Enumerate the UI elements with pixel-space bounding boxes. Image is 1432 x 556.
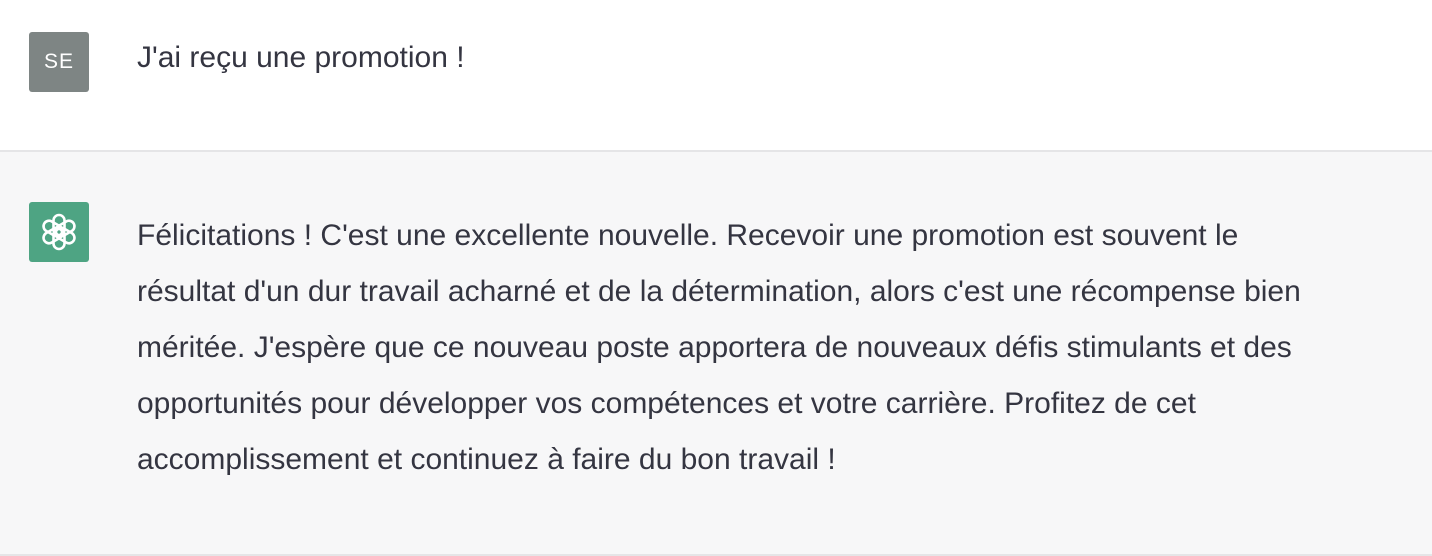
user-message: SE J'ai reçu une promotion !: [0, 0, 1432, 152]
openai-logo-icon: [42, 213, 76, 251]
user-avatar-initials: SE: [43, 50, 74, 73]
assistant-message-text: Félicitations ! C'est une excellente nou…: [137, 208, 1417, 488]
assistant-text-line: opportunités pour développer vos compéte…: [137, 387, 1196, 420]
assistant-text-line: résultat d'un dur travail acharné et de …: [137, 275, 1301, 308]
user-avatar: SE: [29, 32, 89, 92]
assistant-text-line: accomplissement et continuez à faire du …: [137, 443, 836, 476]
assistant-avatar: [29, 202, 89, 262]
assistant-text-line: Félicitations ! C'est une excellente nou…: [137, 219, 1239, 252]
assistant-message: Félicitations ! C'est une excellente nou…: [0, 152, 1432, 556]
assistant-text-line: méritée. J'espère que ce nouveau poste a…: [137, 331, 1292, 364]
user-message-text: J'ai reçu une promotion !: [137, 41, 465, 74]
conversation-thread: SE J'ai reçu une promotion ! Félicitatio…: [0, 0, 1432, 556]
